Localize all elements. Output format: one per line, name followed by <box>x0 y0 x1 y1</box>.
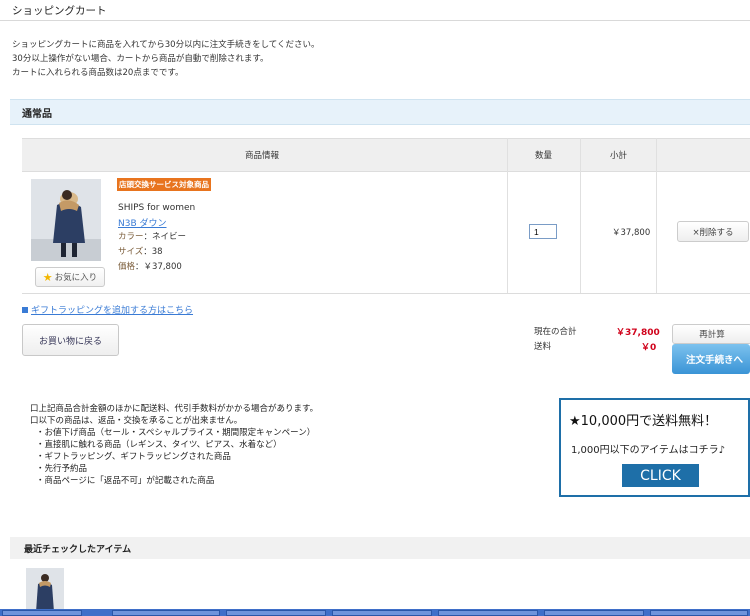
note-line: ・お値下げ商品（セール・スペシャルプライス・期間限定キャンペーン） <box>36 428 316 438</box>
total-label: 現在の合計 <box>534 327 577 337</box>
shipping-value: ￥0 <box>641 343 657 353</box>
taskbar-button[interactable] <box>438 610 538 616</box>
star-icon: ★ <box>42 270 53 284</box>
continue-shopping-button[interactable]: お買い物に戻る <box>22 324 119 356</box>
item-subtotal: ￥37,800 <box>612 228 651 238</box>
promo-title: ★10,000円で送料無料！ <box>569 414 718 429</box>
product-image[interactable] <box>31 179 101 261</box>
section-header-bar <box>10 99 750 125</box>
store-exchange-badge: 店頭交換サービス対象商品 <box>117 178 211 191</box>
favorite-label: お気に入り <box>54 273 98 283</box>
price-value: ￥37,800 <box>143 262 182 272</box>
total-value: ￥37,800 <box>616 328 660 338</box>
color-value: ネイビー <box>152 232 187 242</box>
product-name-link[interactable]: N3B ダウン <box>118 216 167 229</box>
note-line: 口以下の商品は、返品・交換を承ることが出来ません。 <box>30 416 243 426</box>
size-label: サイズ <box>118 247 144 257</box>
taskbar-button[interactable] <box>332 610 432 616</box>
promo-click-button[interactable]: CLICK <box>622 464 699 487</box>
page-title: ショッピングカート <box>12 5 107 17</box>
taskbar-button[interactable] <box>226 610 326 616</box>
product-price: 価格：￥37,800 <box>118 262 182 272</box>
quantity-input[interactable] <box>529 224 557 239</box>
row-divider <box>22 293 750 294</box>
delete-item-button[interactable]: ×削除する <box>677 221 749 242</box>
header-subtotal: 小計 <box>610 151 628 161</box>
product-size: サイズ：38 <box>118 247 163 257</box>
promo-subtitle: 1,000円以下のアイテムはコチラ♪ <box>571 445 726 456</box>
policy-notes: 口上記商品合計金額のほかに配送料、代引手数料がかかる場合があります。 口以下の商… <box>30 403 318 487</box>
add-to-favorites-button[interactable]: ★ お気に入り <box>35 267 105 287</box>
checkout-button[interactable]: 注文手続きへ <box>672 344 750 374</box>
taskbar-button[interactable] <box>544 610 644 616</box>
note-line: ・ギフトラッピング、ギフトラッピングされた商品 <box>36 452 231 462</box>
shipping-label: 送料 <box>534 342 552 352</box>
note-line: ・直接肌に触れる商品（レギンス、タイツ、ピアス、水着など） <box>36 440 282 450</box>
section-title: 通常品 <box>22 109 52 120</box>
recent-items-title: 最近チェックしたアイテム <box>24 545 132 555</box>
taskbar-button[interactable] <box>650 610 748 616</box>
size-value: 38 <box>151 247 163 257</box>
product-brand: SHIPS for women <box>118 203 196 213</box>
notice-line: カートに入れられる商品数は20点までです。 <box>12 68 184 78</box>
column-divider <box>656 138 657 293</box>
taskbar-button[interactable] <box>112 610 220 616</box>
color-label: カラー <box>118 232 144 242</box>
recalculate-button[interactable]: 再計算 <box>672 324 750 344</box>
notice-line: ショッピングカートに商品を入れてから30分以内に注文手続きをしてください。 <box>12 40 320 50</box>
cart-notice: ショッピングカートに商品を入れてから30分以内に注文手続きをしてください。 30… <box>12 38 320 80</box>
note-line: ・商品ページに「返品不可」が記載された商品 <box>36 476 215 486</box>
title-divider <box>0 20 750 21</box>
notice-line: 30分以上操作がない場合、カートから商品が自動で削除されます。 <box>12 54 269 64</box>
taskbar-button[interactable] <box>2 610 82 616</box>
note-line: ・先行予約品 <box>36 464 88 474</box>
header-product-info: 商品情報 <box>245 151 280 161</box>
gift-link-label: ギフトラッピングを追加する方はこちら <box>31 306 194 316</box>
column-divider <box>507 138 508 293</box>
column-divider <box>580 138 581 293</box>
cart-table-header <box>22 138 750 172</box>
arrow-icon <box>22 306 28 313</box>
note-line: 口上記商品合計金額のほかに配送料、代引手数料がかかる場合があります。 <box>30 404 319 414</box>
header-quantity: 数量 <box>535 151 553 161</box>
gift-wrapping-link[interactable]: ギフトラッピングを追加する方はこちら <box>22 303 193 316</box>
product-color: カラー：ネイビー <box>118 232 187 242</box>
price-label: 価格 <box>118 262 136 272</box>
